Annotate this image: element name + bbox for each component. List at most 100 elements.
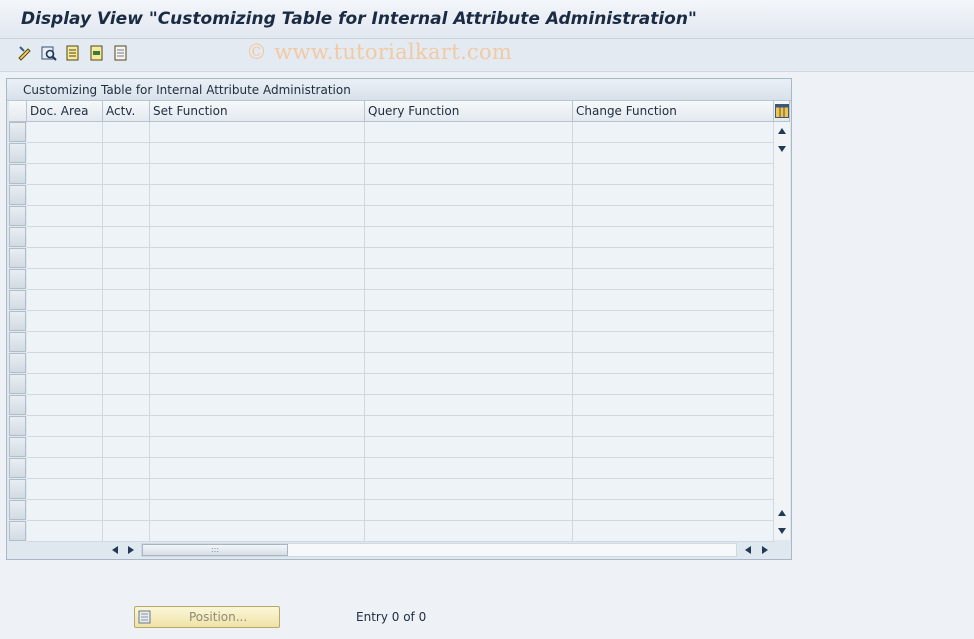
table-cell[interactable] <box>573 521 774 542</box>
table-cell[interactable] <box>103 521 150 542</box>
table-cell[interactable] <box>365 206 573 227</box>
row-selector[interactable] <box>9 332 26 352</box>
table-cell[interactable] <box>150 185 365 206</box>
table-cell[interactable] <box>27 248 103 269</box>
row-selector[interactable] <box>9 143 26 163</box>
table-cell[interactable] <box>103 395 150 416</box>
table-settings-icon[interactable] <box>774 101 790 122</box>
table-cell[interactable] <box>27 122 103 143</box>
row-selector[interactable] <box>9 458 26 478</box>
table-cell[interactable] <box>103 437 150 458</box>
table-cell[interactable] <box>573 353 774 374</box>
table-cell[interactable] <box>27 311 103 332</box>
table-cell[interactable] <box>573 227 774 248</box>
table-cell[interactable] <box>365 353 573 374</box>
row-selector[interactable] <box>9 248 26 268</box>
table-cell[interactable] <box>573 437 774 458</box>
column-header-doc-area[interactable]: Doc. Area <box>27 101 103 122</box>
table-cell[interactable] <box>150 416 365 437</box>
table-cell[interactable] <box>573 500 774 521</box>
scroll-left-icon[interactable] <box>109 543 121 557</box>
table-cell[interactable] <box>27 206 103 227</box>
row-selector[interactable] <box>9 311 26 331</box>
table-cell[interactable] <box>150 122 365 143</box>
select-all-rows-header[interactable] <box>9 101 27 122</box>
table-cell[interactable] <box>27 458 103 479</box>
table-cell[interactable] <box>103 458 150 479</box>
row-selector[interactable] <box>9 395 26 415</box>
row-selector[interactable] <box>9 269 26 289</box>
table-cell[interactable] <box>103 374 150 395</box>
row-selector[interactable] <box>9 521 26 541</box>
table-cell[interactable] <box>573 479 774 500</box>
table-cell[interactable] <box>365 290 573 311</box>
table-cell[interactable] <box>150 521 365 542</box>
table-cell[interactable] <box>27 269 103 290</box>
scroll-far-right-icon[interactable] <box>759 543 771 557</box>
table-cell[interactable] <box>150 458 365 479</box>
table-cell[interactable] <box>103 248 150 269</box>
table-cell[interactable] <box>27 227 103 248</box>
table-cell[interactable] <box>103 479 150 500</box>
table-cell[interactable] <box>150 164 365 185</box>
table-cell[interactable] <box>573 374 774 395</box>
table-cell[interactable] <box>103 332 150 353</box>
select-block-icon[interactable] <box>88 44 106 62</box>
table-cell[interactable] <box>573 332 774 353</box>
deselect-all-icon[interactable] <box>112 44 130 62</box>
table-cell[interactable] <box>150 206 365 227</box>
table-cell[interactable] <box>150 269 365 290</box>
row-selector[interactable] <box>9 353 26 373</box>
table-cell[interactable] <box>27 521 103 542</box>
row-selector[interactable] <box>9 227 26 247</box>
scroll-page-down-icon[interactable] <box>776 143 788 155</box>
table-cell[interactable] <box>365 269 573 290</box>
scroll-far-left-icon[interactable] <box>742 543 754 557</box>
table-cell[interactable] <box>150 374 365 395</box>
table-cell[interactable] <box>150 500 365 521</box>
table-cell[interactable] <box>103 122 150 143</box>
table-cell[interactable] <box>365 437 573 458</box>
table-cell[interactable] <box>365 185 573 206</box>
row-selector[interactable] <box>9 437 26 457</box>
row-selector[interactable] <box>9 374 26 394</box>
table-cell[interactable] <box>27 353 103 374</box>
table-cell[interactable] <box>103 185 150 206</box>
display-change-icon[interactable] <box>16 44 34 62</box>
table-cell[interactable] <box>573 395 774 416</box>
table-cell[interactable] <box>573 122 774 143</box>
table-cell[interactable] <box>573 290 774 311</box>
find-icon[interactable] <box>40 44 58 62</box>
table-cell[interactable] <box>103 227 150 248</box>
table-cell[interactable] <box>27 164 103 185</box>
row-selector[interactable] <box>9 122 26 142</box>
row-selector[interactable] <box>9 164 26 184</box>
table-cell[interactable] <box>27 395 103 416</box>
table-cell[interactable] <box>103 269 150 290</box>
scroll-page-up-icon[interactable] <box>776 507 788 519</box>
horizontal-scroll-track[interactable]: ::: <box>141 543 737 557</box>
table-cell[interactable] <box>103 164 150 185</box>
table-cell[interactable] <box>150 227 365 248</box>
scroll-right-icon[interactable] <box>125 543 137 557</box>
column-header-set-function[interactable]: Set Function <box>150 101 365 122</box>
table-cell[interactable] <box>150 290 365 311</box>
table-cell[interactable] <box>365 374 573 395</box>
table-cell[interactable] <box>103 353 150 374</box>
table-cell[interactable] <box>27 437 103 458</box>
table-cell[interactable] <box>573 416 774 437</box>
table-cell[interactable] <box>27 185 103 206</box>
table-cell[interactable] <box>573 164 774 185</box>
table-cell[interactable] <box>365 248 573 269</box>
row-selector[interactable] <box>9 500 26 520</box>
table-cell[interactable] <box>365 458 573 479</box>
table-cell[interactable] <box>27 416 103 437</box>
table-cell[interactable] <box>150 248 365 269</box>
table-cell[interactable] <box>573 143 774 164</box>
table-cell[interactable] <box>365 332 573 353</box>
row-selector[interactable] <box>9 416 26 436</box>
table-cell[interactable] <box>150 332 365 353</box>
table-cell[interactable] <box>103 290 150 311</box>
select-all-icon[interactable] <box>64 44 82 62</box>
table-cell[interactable] <box>573 248 774 269</box>
